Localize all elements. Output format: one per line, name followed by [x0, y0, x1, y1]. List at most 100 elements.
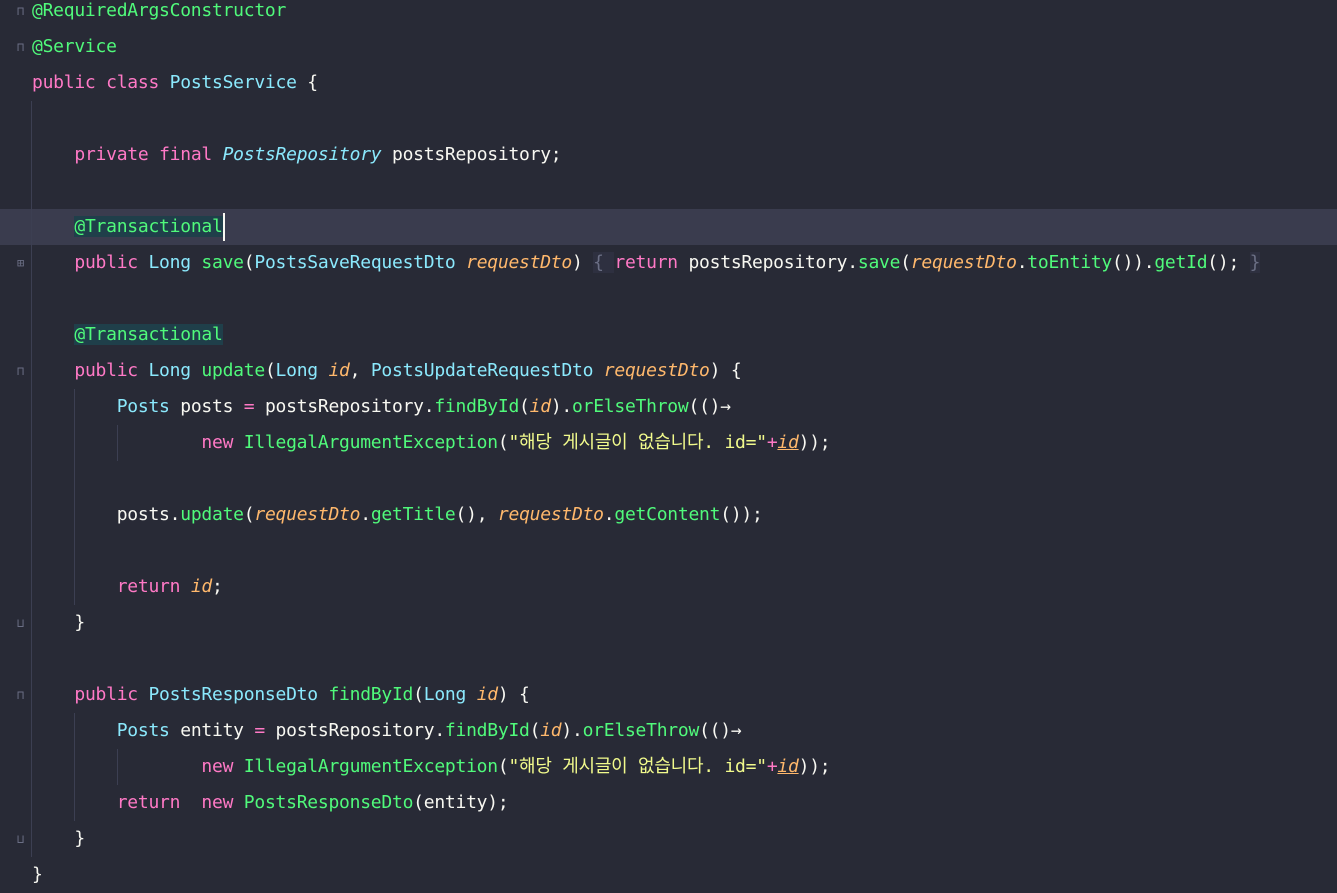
- indent-guide: [74, 389, 75, 605]
- code-token: private: [74, 144, 160, 165]
- code-token: postsRepository.: [275, 720, 446, 741]
- code-text: return new PostsResponseDto(entity);: [32, 785, 509, 821]
- code-token: (()→: [688, 396, 731, 417]
- code-token: orElseThrow: [572, 396, 689, 417]
- code-token: Long: [148, 360, 202, 381]
- code-line[interactable]: return id;: [0, 569, 1337, 605]
- code-token: (: [900, 252, 911, 273]
- code-line[interactable]: Posts posts = postsRepository.findById(i…: [0, 389, 1337, 425]
- code-text: public Long update(Long id, PostsUpdateR…: [32, 353, 741, 389]
- code-token: ));: [798, 756, 831, 777]
- code-editor[interactable]: ⊓ ⊓ ⊞ ⊓ ⊔ ⊓ ⊔ @RequiredArgsConstructor @Service…: [0, 0, 1337, 893]
- code-token: PostsResponseDto: [243, 792, 414, 813]
- code-token: save: [857, 252, 901, 273]
- code-token: id: [529, 396, 551, 417]
- code-token: return: [116, 576, 191, 597]
- code-token: postsRepository;: [381, 144, 562, 165]
- code-token: return: [116, 792, 202, 813]
- code-text: new IllegalArgumentException("해당 게시글이 없습…: [32, 749, 830, 785]
- code-line[interactable]: }: [0, 605, 1337, 641]
- code-token: orElseThrow: [582, 720, 700, 741]
- code-token: public: [74, 252, 149, 273]
- code-line[interactable]: [0, 533, 1337, 569]
- code-token: ()).: [1111, 252, 1155, 273]
- code-token: postsRepository.: [264, 396, 435, 417]
- code-token: ));: [798, 432, 831, 453]
- code-text: @Transactional: [32, 209, 223, 245]
- code-line[interactable]: Posts entity = postsRepository.findById (…: [0, 713, 1337, 749]
- code-token: id: [476, 684, 498, 705]
- code-token: ).: [550, 396, 573, 417]
- code-token: =: [254, 720, 276, 741]
- code-line[interactable]: [0, 173, 1337, 209]
- code-token: Posts: [116, 720, 181, 741]
- code-line[interactable]: return new PostsResponseDto(entity);: [0, 785, 1337, 821]
- code-text: return id;: [32, 569, 223, 605]
- code-token: findById: [434, 396, 520, 417]
- code-token: save: [201, 252, 244, 273]
- code-token: update: [201, 360, 265, 381]
- code-line[interactable]: @Transactional: [0, 317, 1337, 353]
- code-line[interactable]: public Long update(Long id, PostsUpdateR…: [0, 353, 1337, 389]
- code-line[interactable]: [0, 281, 1337, 317]
- code-token: }: [74, 828, 85, 849]
- code-token: Long: [148, 252, 202, 273]
- code-line[interactable]: [0, 101, 1337, 137]
- code-token: (()→: [699, 720, 742, 741]
- code-token: .: [360, 504, 371, 525]
- code-token: ): [571, 252, 594, 273]
- code-line[interactable]: new IllegalArgumentException("해당 게시글이 없습…: [0, 425, 1337, 461]
- code-token: public: [74, 684, 149, 705]
- code-line[interactable]: public class PostsService {: [0, 65, 1337, 101]
- code-line[interactable]: }: [0, 821, 1337, 857]
- code-token: ) {: [709, 360, 742, 381]
- code-token: getContent: [614, 504, 721, 525]
- code-token: getTitle: [370, 504, 456, 525]
- code-text: @RequiredArgsConstructor: [32, 0, 286, 29]
- code-token: getId: [1154, 252, 1208, 273]
- code-token: id: [777, 432, 799, 453]
- code-line[interactable]: new IllegalArgumentException("해당 게시글이 없습…: [0, 749, 1337, 785]
- code-token: ,: [349, 360, 371, 381]
- code-token: (: [497, 756, 509, 777]
- code-line[interactable]: @Transactional: [0, 209, 1337, 245]
- code-token: return: [614, 252, 689, 273]
- code-token: ();: [1207, 252, 1250, 273]
- code-line[interactable]: public PostsResponseDto findById(Long id…: [0, 677, 1337, 713]
- code-token: @Service: [32, 36, 117, 57]
- code-text: Posts posts = postsRepository.findById(i…: [32, 389, 731, 425]
- code-token: requestDto: [466, 252, 572, 273]
- code-token: ;: [212, 576, 223, 597]
- code-token: {: [593, 252, 615, 273]
- code-line[interactable]: public Long save(PostsSaveRequestDto req…: [0, 245, 1337, 281]
- code-token: "해당 게시글이 없습니다. id=": [508, 432, 767, 453]
- code-line[interactable]: posts.update(requestDto.getTitle(), requ…: [0, 497, 1337, 533]
- code-line[interactable]: }: [0, 857, 1337, 893]
- code-token: requestDto: [910, 252, 1017, 273]
- code-token: requestDto: [254, 504, 361, 525]
- code-token: Posts: [116, 396, 181, 417]
- code-token: update: [180, 504, 244, 525]
- code-token: IllegalArgumentException: [243, 432, 498, 453]
- code-token: (entity);: [413, 792, 509, 813]
- code-line[interactable]: @RequiredArgsConstructor: [0, 0, 1337, 29]
- code-token: .: [1016, 252, 1028, 273]
- code-text: public PostsResponseDto findById(Long id…: [32, 677, 530, 713]
- code-text: public class PostsService {: [32, 65, 318, 101]
- code-token: id: [540, 720, 562, 741]
- code-token: class: [106, 72, 170, 93]
- code-token: ).: [561, 720, 583, 741]
- code-line[interactable]: [0, 461, 1337, 497]
- code-token: (: [413, 684, 424, 705]
- code-token: findById: [444, 720, 530, 741]
- code-line[interactable]: private final PostsRepository postsRepos…: [0, 137, 1337, 173]
- code-line[interactable]: @Service: [0, 29, 1337, 65]
- code-token: entity: [180, 720, 255, 741]
- code-token: public: [74, 360, 149, 381]
- code-line[interactable]: [0, 641, 1337, 677]
- code-token: @RequiredArgsConstructor: [32, 0, 287, 21]
- code-token: IllegalArgumentException: [243, 756, 498, 777]
